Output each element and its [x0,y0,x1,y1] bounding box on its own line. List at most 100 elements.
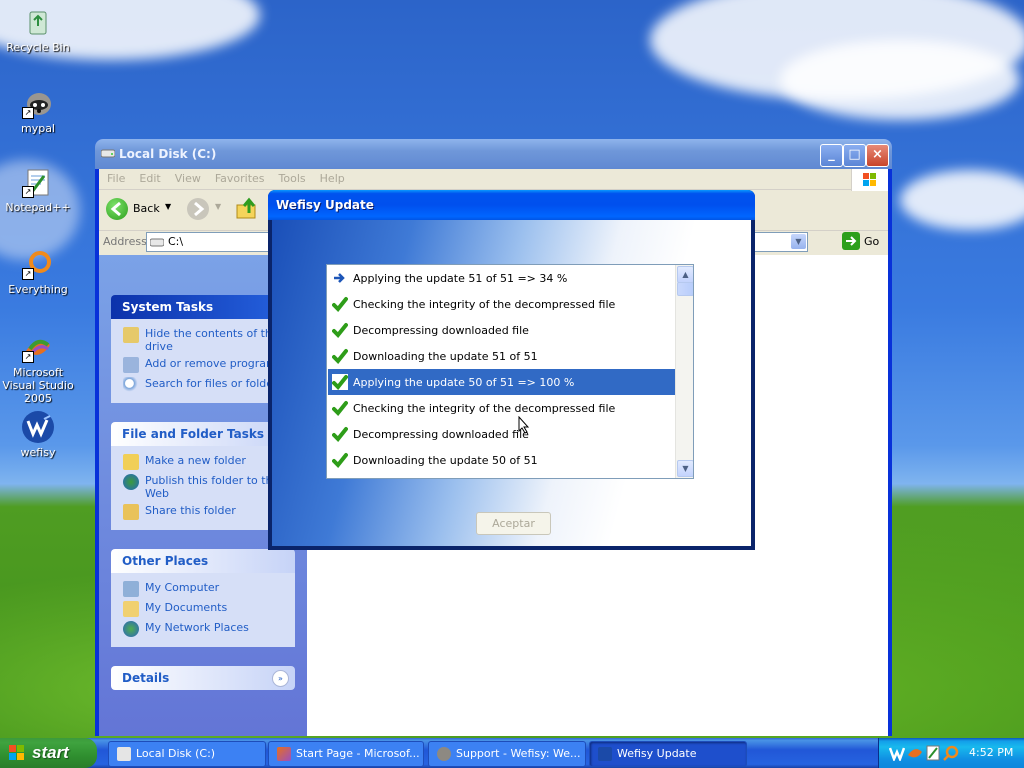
programs-icon [123,357,139,373]
scroll-up-icon[interactable]: ▲ [677,266,693,283]
menu-view[interactable]: View [175,169,201,189]
notepad-plus-plus-icon: ↗ [22,166,54,198]
address-value: C:\ [168,235,184,248]
task-publish-web[interactable]: Publish this folder to the Web [123,474,291,500]
minimize-button[interactable]: _ [820,144,843,167]
dialog-body: Applying the update 51 of 51 => 34 % Che… [272,220,751,546]
wefisy-update-dialog: Wefisy Update Applying the update 51 of … [268,190,755,550]
menu-file[interactable]: File [107,169,125,189]
back-arrow-icon[interactable] [106,198,128,220]
details-title[interactable]: Details [111,666,295,690]
address-dropdown-icon[interactable]: ▼ [791,234,806,249]
shortcut-arrow-icon: ↗ [22,268,34,280]
list-item[interactable]: Decompressing downloaded file [328,421,675,447]
desktop-icon-everything[interactable]: ↗ Everything [0,248,76,296]
go-arrow-icon[interactable] [842,232,860,250]
desktop-icon-visual-studio[interactable]: ↗ Microsoft Visual Studio 2005 [0,331,76,405]
globe-icon [123,474,139,490]
place-my-documents[interactable]: My Documents [123,601,291,617]
drive-icon [100,147,116,159]
list-item[interactable]: Checking the integrity of the decompress… [328,291,675,317]
notepadpp-tray-icon[interactable] [925,745,941,761]
desktop-icon-mypal[interactable]: ↗ mypal [0,87,76,135]
task-share-folder[interactable]: Share this folder [123,504,291,520]
desktop-icon-label: mypal [20,122,55,135]
forward-arrow-icon[interactable] [187,198,209,220]
desktop-icon-wefisy[interactable]: wefisy [0,411,76,459]
visual-studio-tray-icon[interactable] [907,745,923,761]
raccoon-icon: ↗ [22,87,54,119]
clock[interactable]: 4:52 PM [969,746,1013,759]
details-panel: Details » [111,666,295,690]
scroll-down-icon[interactable]: ▼ [677,460,693,477]
forward-dropdown-icon[interactable]: ▼ [215,202,221,211]
checkmark-icon [332,348,348,364]
desktop-icon-label: Notepad++ [5,201,71,214]
desktop-icon-label: Microsoft Visual Studio 2005 [2,366,74,405]
computer-icon [123,581,139,597]
menu-help[interactable]: Help [320,169,345,189]
visual-studio-icon: ↗ [22,331,54,363]
wefisy-icon [22,411,54,443]
raccoon-icon [437,747,451,761]
other-places-panel: Other Places My Computer My Documents My… [111,549,295,647]
other-places-title[interactable]: Other Places [111,549,295,573]
go-button[interactable]: Go [864,235,879,248]
network-icon [123,621,139,637]
task-add-remove-programs[interactable]: Add or remove programs [123,357,291,373]
list-item[interactable]: Downloading the update 50 of 51 [328,447,675,473]
list-item[interactable]: Downloading the update 51 of 51 [328,343,675,369]
shortcut-arrow-icon: ↗ [22,186,34,198]
task-search-files[interactable]: Search for files or folders [123,377,291,393]
dialog-title-bar[interactable]: Wefisy Update [268,190,755,220]
explorer-title-bar[interactable]: Local Disk (C:) _ □ × [95,139,892,169]
desktop-icon-label: Recycle Bin [6,41,70,54]
checkmark-icon [332,452,348,468]
everything-tray-icon[interactable] [943,745,959,761]
taskbar-button-wefisy-update[interactable]: Wefisy Update [589,741,747,767]
taskbar-button-local-disk[interactable]: Local Disk (C:) [108,741,266,767]
taskbar-button-start-page[interactable]: Start Page - Microsof... [268,741,424,767]
explorer-title: Local Disk (C:) [119,147,217,161]
visual-studio-icon [277,747,291,761]
wefisy-tray-icon[interactable] [888,745,906,763]
scroll-thumb[interactable] [677,282,693,296]
back-button-label[interactable]: Back [133,202,160,215]
accept-button[interactable]: Aceptar [476,512,551,535]
taskbar-button-support[interactable]: Support - Wefisy: We... [428,741,586,767]
task-hide-contents[interactable]: Hide the contents of this drive [123,327,291,353]
mouse-cursor-icon [518,415,530,434]
log-scrollbar[interactable]: ▲ ▼ [675,265,693,478]
start-label: start [32,743,69,762]
expand-chevron-icon[interactable]: » [272,670,289,687]
close-button[interactable]: × [866,144,889,167]
checkmark-icon [332,296,348,312]
taskbar: start Local Disk (C:) Start Page - Micro… [0,738,1024,768]
windows-flag-icon [8,744,26,762]
menu-tools[interactable]: Tools [279,169,306,189]
checkmark-icon [332,426,348,442]
place-my-network-places[interactable]: My Network Places [123,621,291,637]
start-button[interactable]: start [0,738,97,768]
drive-icon [149,236,165,251]
back-dropdown-icon[interactable]: ▼ [165,202,171,211]
list-item-selected[interactable]: Applying the update 50 of 51 => 100 % [328,369,675,395]
list-item[interactable]: Decompressing downloaded file [328,317,675,343]
update-log-list[interactable]: Applying the update 51 of 51 => 34 % Che… [326,264,694,479]
menu-favorites[interactable]: Favorites [215,169,265,189]
menu-edit[interactable]: Edit [139,169,160,189]
up-folder-icon[interactable] [235,197,259,221]
desktop-icon-notepadpp[interactable]: ↗ Notepad++ [0,166,76,214]
cloud [780,40,1020,120]
maximize-button[interactable]: □ [843,144,866,167]
shortcut-arrow-icon: ↗ [22,107,34,119]
list-item[interactable]: Applying the update 51 of 51 => 34 % [328,265,675,291]
task-new-folder[interactable]: Make a new folder [123,454,291,470]
place-my-computer[interactable]: My Computer [123,581,291,597]
desktop-icon-recycle-bin[interactable]: Recycle Bin [0,6,76,54]
list-item[interactable]: Checking the integrity of the decompress… [328,395,675,421]
shortcut-arrow-icon: ↗ [22,351,34,363]
arrow-icon [332,270,348,286]
search-icon [123,377,139,393]
new-folder-icon [123,454,139,470]
